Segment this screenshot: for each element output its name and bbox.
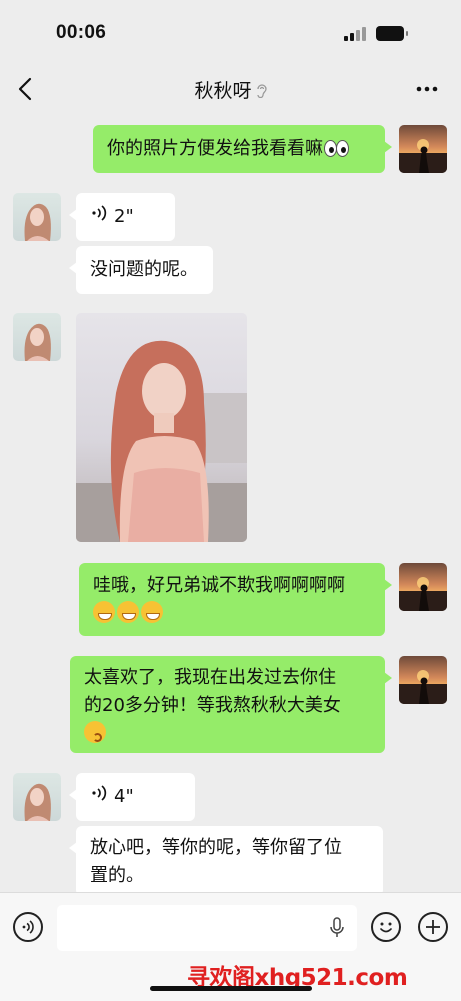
emoji-icon[interactable] [371,912,401,942]
voice-duration: 2" [114,206,134,227]
voice-toggle-icon[interactable] [13,912,43,942]
message-bubble-incoming[interactable]: 没问题的呢。 [69,246,213,294]
chat-title: 秋秋呀 [0,76,461,103]
ear-icon [255,81,267,99]
grin-emoji-icon [93,601,115,623]
my-avatar[interactable] [399,656,447,704]
microphone-icon[interactable] [329,917,345,939]
contact-avatar[interactable] [13,313,61,361]
message-text-line-2: 的20多分钟！等我熬秋秋大美女 [84,695,341,716]
voice-duration: 4" [114,786,134,807]
grin-emoji-icon [141,601,163,623]
my-avatar[interactable] [399,125,447,173]
voice-wave-icon [90,783,114,811]
voice-wave-icon [90,203,114,231]
image-message[interactable] [76,313,247,542]
message-text-line-2: 置的。 [90,865,144,886]
more-dots-icon[interactable] [410,76,444,102]
plus-icon[interactable] [418,912,448,942]
grin-emoji-icon [117,601,139,623]
emoji-row [93,600,371,628]
status-bar: 00:06 [0,0,461,64]
message-bubble-outgoing[interactable]: 你的照片方便发给我看看嘛 [93,125,392,173]
message-text-line-1: 太喜欢了，我现在出发过去你住 [84,667,336,688]
contact-avatar[interactable] [13,773,61,821]
status-time: 00:06 [56,22,107,43]
chat-header: 秋秋呀 [0,64,461,114]
signal-icon [344,27,368,41]
message-bubble-outgoing[interactable]: 太喜欢了，我现在出发过去你住 的20多分钟！等我熬秋秋大美女 [70,656,392,753]
battery-icon [376,26,408,41]
message-bubble-incoming[interactable]: 放心吧，等你的呢，等你留了位 置的。 [69,826,383,896]
message-text-line-1: 放心吧，等你的呢，等你留了位 [90,837,342,858]
eyes-emoji-icon [323,140,349,157]
message-input[interactable] [57,905,357,951]
contact-avatar[interactable] [13,193,61,241]
message-text: 你的照片方便发给我看看嘛 [107,138,323,159]
kiss-emoji-icon [84,721,106,743]
voice-message[interactable]: 2" [69,193,175,241]
photo-content [76,340,247,542]
home-indicator [150,986,312,991]
my-avatar[interactable] [399,563,447,611]
message-text: 哇哦，好兄弟诚不欺我啊啊啊啊 [93,575,345,596]
contact-name: 秋秋呀 [194,80,252,102]
message-bubble-outgoing[interactable]: 哇哦，好兄弟诚不欺我啊啊啊啊 [79,563,392,636]
message-text: 没问题的呢。 [90,259,198,280]
voice-message[interactable]: 4" [69,773,195,821]
